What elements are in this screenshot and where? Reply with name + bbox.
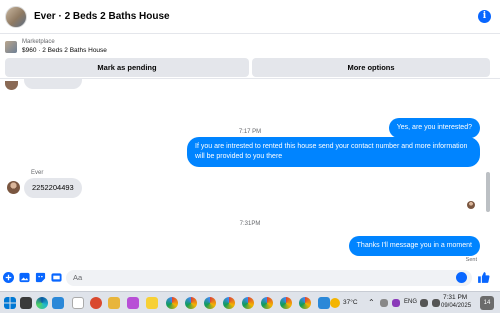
info-icon[interactable]: i bbox=[478, 10, 491, 23]
scrollbar[interactable] bbox=[486, 172, 490, 212]
message-bubble-outgoing[interactable]: Yes, are you interested? bbox=[388, 118, 480, 138]
conversation-header: Ever · 2 Beds 2 Baths House i bbox=[0, 0, 500, 34]
app-icon[interactable] bbox=[318, 297, 330, 309]
message-bubble-outgoing[interactable]: If you are intrested to rented this hous… bbox=[187, 137, 480, 167]
message-thread[interactable]: 7:17 PM Yes, are you interested? If you … bbox=[0, 79, 500, 267]
task-view-icon[interactable] bbox=[20, 297, 32, 309]
chrome-icon[interactable] bbox=[261, 297, 273, 309]
message-input-placeholder: Aa bbox=[73, 273, 83, 282]
marketplace-label: Marketplace bbox=[22, 39, 55, 45]
sticky-notes-icon[interactable] bbox=[146, 297, 158, 309]
avatar[interactable] bbox=[7, 181, 20, 194]
speaker-icon[interactable] bbox=[420, 299, 428, 307]
listing-summary[interactable]: $960 · 2 Beds 2 Baths House bbox=[22, 47, 107, 54]
thumbs-up-icon[interactable] bbox=[477, 271, 490, 284]
avatar bbox=[5, 81, 18, 90]
chrome-icon[interactable] bbox=[242, 297, 254, 309]
windows-start-icon[interactable] bbox=[4, 297, 16, 309]
message-bubble-incoming[interactable]: 2252204493 bbox=[24, 178, 82, 198]
mail-icon[interactable] bbox=[52, 297, 64, 309]
chrome-icon[interactable] bbox=[204, 297, 216, 309]
message-input[interactable]: Aa bbox=[66, 270, 472, 286]
conversation-title[interactable]: Ever · 2 Beds 2 Baths House bbox=[34, 11, 170, 22]
taskbar: 37°C ⌃ ENG 7:31 PM 09/04/2025 14 bbox=[0, 291, 500, 313]
notification-badge[interactable]: 14 bbox=[480, 296, 494, 310]
tray-app-icon[interactable] bbox=[392, 299, 400, 307]
plus-icon[interactable] bbox=[3, 272, 14, 283]
message-bubble-outgoing[interactable]: Thanks I'll message you in a moment bbox=[348, 236, 480, 256]
more-options-button[interactable]: More options bbox=[252, 58, 490, 77]
chrome-icon[interactable] bbox=[299, 297, 311, 309]
battery-icon[interactable] bbox=[432, 299, 440, 307]
edge-icon[interactable] bbox=[36, 297, 48, 309]
listing-thumbnail[interactable] bbox=[5, 41, 17, 53]
chevron-up-icon[interactable]: ⌃ bbox=[368, 298, 375, 307]
file-explorer-icon[interactable] bbox=[108, 297, 120, 309]
network-icon[interactable] bbox=[380, 299, 388, 307]
language-indicator[interactable]: ENG bbox=[404, 299, 417, 305]
gif-icon[interactable] bbox=[51, 272, 62, 283]
browser-icon[interactable] bbox=[90, 297, 102, 309]
timestamp: 7:31PM bbox=[239, 221, 261, 227]
message-composer: Aa bbox=[0, 267, 500, 289]
mark-as-pending-button[interactable]: Mark as pending bbox=[5, 58, 249, 77]
search-icon[interactable] bbox=[72, 297, 84, 309]
emoji-icon[interactable] bbox=[456, 272, 467, 283]
sticker-icon[interactable] bbox=[35, 272, 46, 283]
chrome-icon[interactable] bbox=[185, 297, 197, 309]
chrome-icon[interactable] bbox=[223, 297, 235, 309]
contact-avatar[interactable] bbox=[5, 5, 27, 28]
clock-date[interactable]: 09/04/2025 bbox=[441, 303, 471, 309]
feather-app-icon[interactable] bbox=[127, 297, 139, 309]
chrome-icon[interactable] bbox=[166, 297, 178, 309]
clock-time[interactable]: 7:31 PM bbox=[443, 294, 467, 301]
chrome-icon[interactable] bbox=[280, 297, 292, 309]
message-status: Sent bbox=[465, 257, 477, 263]
image-icon[interactable] bbox=[19, 272, 30, 283]
sender-name: Ever bbox=[31, 170, 44, 176]
weather-icon[interactable] bbox=[330, 298, 340, 308]
weather-temperature[interactable]: 37°C bbox=[343, 299, 358, 306]
message-bubble-incoming bbox=[24, 79, 82, 89]
marketplace-bar: Marketplace $960 · 2 Beds 2 Baths House … bbox=[0, 34, 500, 79]
seen-avatar bbox=[467, 201, 475, 209]
